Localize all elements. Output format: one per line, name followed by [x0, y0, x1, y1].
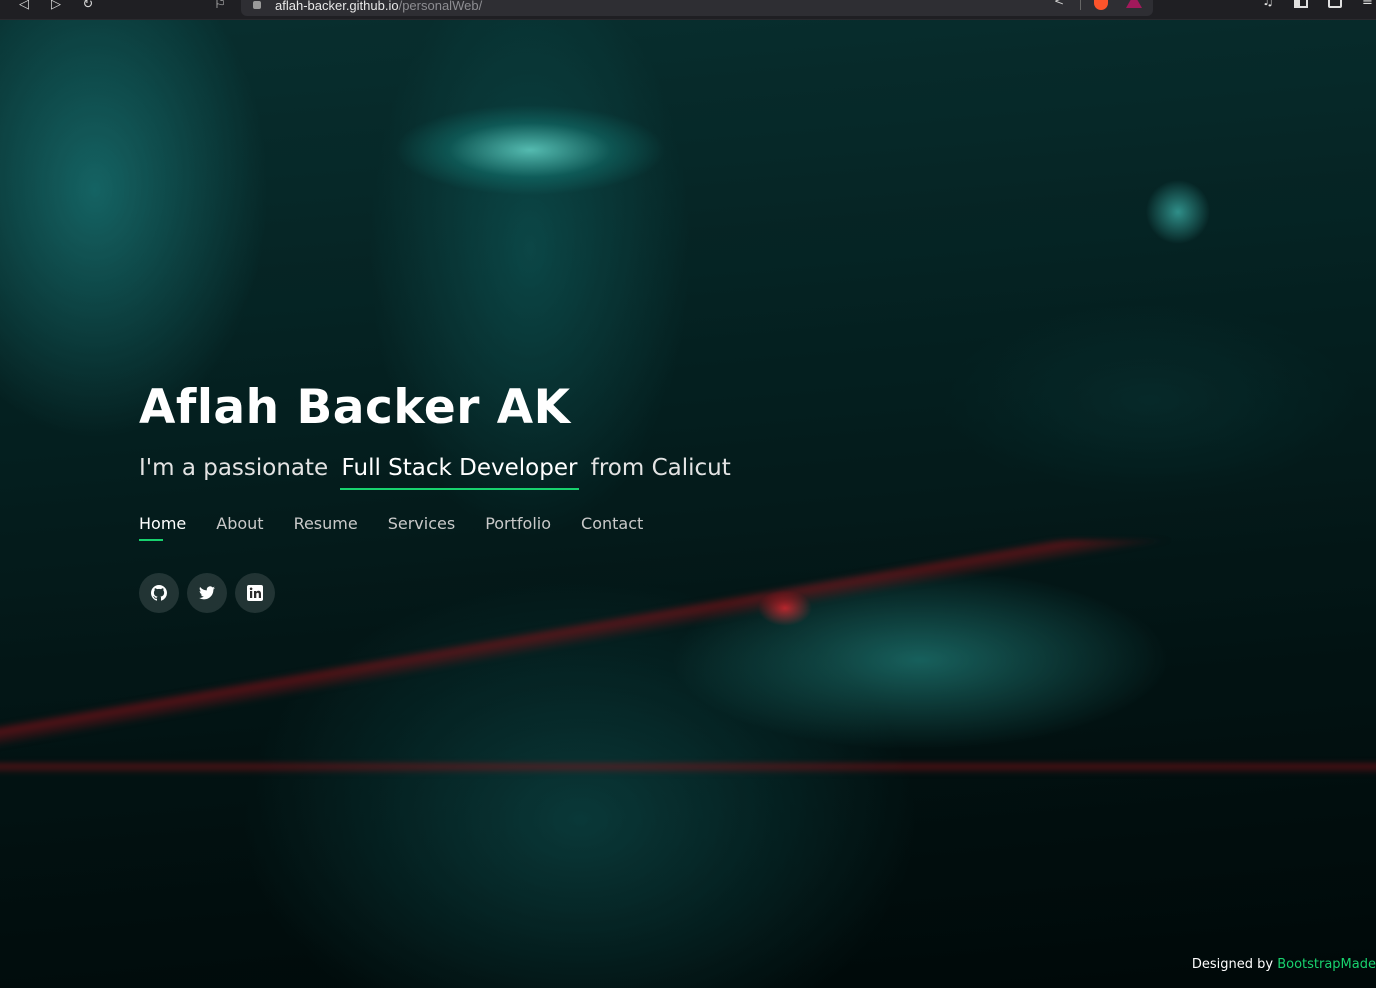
credits-prefix: Designed by [1191, 957, 1274, 972]
social-links [139, 573, 731, 613]
tagline-suffix: from Calicut [590, 455, 731, 481]
browser-toolbar: ◁ ▷ ↻ ⚐ aflah-backer.github.io/personalW… [0, 0, 1376, 20]
wallet-icon[interactable] [1328, 0, 1342, 8]
tagline-prefix: I'm a passionate [139, 455, 329, 481]
nav-contact[interactable]: Contact [581, 514, 643, 541]
sidebar-icon[interactable] [1294, 0, 1308, 8]
bootstrapmade-link[interactable]: BootstrapMade [1277, 957, 1376, 972]
twitter-icon [199, 586, 215, 600]
hero-content: Aflah Backer AK I'm a passionate Full St… [139, 378, 731, 613]
linkedin-link[interactable] [235, 573, 275, 613]
url-host: aflah-backer.github.io [275, 0, 399, 13]
bookmark-icon[interactable]: ⚐ [210, 0, 230, 14]
menu-icon[interactable]: ≡ [1362, 0, 1373, 9]
hero-tagline: I'm a passionate Full Stack Developer fr… [139, 452, 731, 490]
github-link[interactable] [139, 573, 179, 613]
nav-about[interactable]: About [216, 514, 263, 541]
brave-rewards-icon[interactable] [1126, 0, 1142, 8]
tagline-role: Full Stack Developer [339, 452, 580, 490]
nav-portfolio[interactable]: Portfolio [485, 514, 551, 541]
share-icon[interactable]: < [1054, 0, 1064, 8]
url-path: /personalWeb/ [398, 0, 483, 13]
hero-name: Aflah Backer AK [139, 380, 571, 435]
twitter-link[interactable] [187, 573, 227, 613]
footer-credits: Designed by BootstrapMade [1192, 957, 1376, 972]
back-button[interactable]: ◁ [14, 0, 34, 14]
reload-button[interactable]: ↻ [78, 0, 98, 14]
main-nav: Home About Resume Services Portfolio Con… [139, 514, 731, 541]
address-bar[interactable]: aflah-backer.github.io/personalWeb/ [241, 0, 1153, 16]
forward-button[interactable]: ▷ [46, 0, 66, 14]
hero-section: Aflah Backer AK I'm a passionate Full St… [0, 20, 1376, 988]
nav-home[interactable]: Home [139, 514, 186, 541]
nav-services[interactable]: Services [388, 514, 455, 541]
lock-icon [253, 1, 261, 9]
linkedin-icon [247, 585, 263, 601]
github-icon [151, 585, 167, 601]
media-icon[interactable]: ♫ [1262, 0, 1274, 9]
toolbar-divider [1080, 0, 1081, 10]
nav-resume[interactable]: Resume [294, 514, 358, 541]
